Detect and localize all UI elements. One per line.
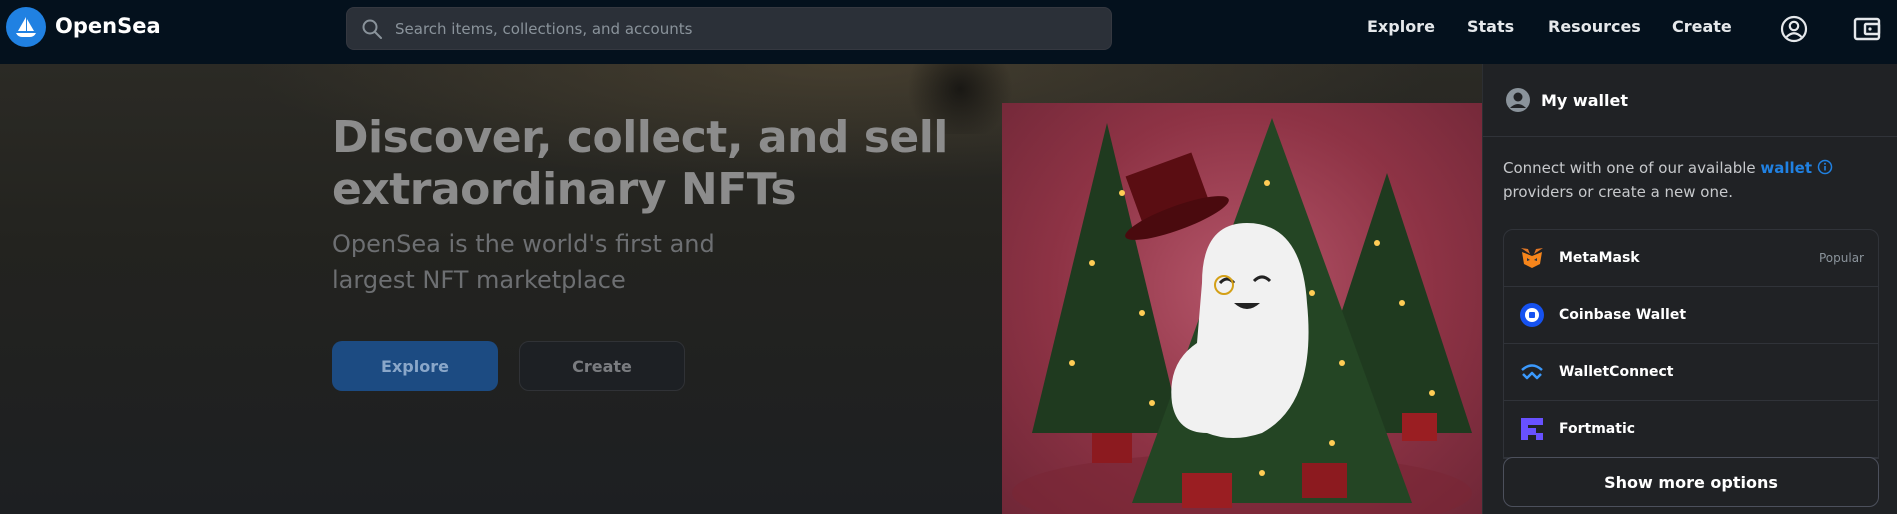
wallet-option-label: Coinbase Wallet (1559, 307, 1687, 323)
coinbase-icon (1520, 303, 1544, 327)
wallet-provider-list: MetaMask Popular Coinbase Wallet WalletC… (1503, 229, 1879, 459)
featured-nft-image[interactable] (1002, 103, 1483, 514)
wallet-icon[interactable] (1852, 14, 1882, 44)
wallet-option-metamask[interactable]: MetaMask Popular (1504, 230, 1878, 287)
show-more-options-button[interactable]: Show more options (1503, 457, 1879, 507)
wallet-description: Connect with one of our available wallet… (1503, 156, 1883, 204)
wallet-option-label: Fortmatic (1559, 421, 1636, 437)
user-avatar-icon (1506, 88, 1530, 112)
wallet-option-label: WalletConnect (1559, 364, 1674, 380)
wallet-panel: My wallet Connect with one of our availa… (1482, 64, 1897, 514)
info-icon[interactable] (1817, 159, 1833, 175)
brand-name[interactable]: OpenSea (55, 14, 161, 38)
walletconnect-icon (1521, 364, 1543, 380)
search-input[interactable] (395, 19, 1095, 38)
wallet-option-walletconnect[interactable]: WalletConnect (1504, 344, 1878, 401)
nav-create[interactable]: Create (1672, 17, 1732, 36)
wallet-info-link[interactable]: wallet (1760, 159, 1812, 177)
fortmatic-icon (1521, 418, 1543, 440)
explore-button[interactable]: Explore (332, 341, 498, 391)
nav-stats[interactable]: Stats (1467, 17, 1514, 36)
metamask-icon (1521, 248, 1543, 268)
hero-headline: Discover, collect, and sell extraordinar… (332, 112, 948, 215)
wallet-option-fortmatic[interactable]: Fortmatic (1504, 401, 1878, 458)
top-navbar: OpenSea Explore Stats Resources Create (0, 0, 1897, 64)
wallet-desc-text-end: providers or create a new one. (1503, 183, 1733, 201)
wallet-header: My wallet (1483, 64, 1897, 137)
hero-subhead: OpenSea is the world's first and largest… (332, 230, 715, 294)
nav-explore[interactable]: Explore (1367, 17, 1435, 36)
wallet-option-coinbase[interactable]: Coinbase Wallet (1504, 287, 1878, 344)
account-icon[interactable] (1779, 14, 1809, 44)
wallet-option-label: MetaMask (1559, 250, 1640, 266)
nav-resources[interactable]: Resources (1548, 17, 1641, 36)
wallet-desc-text: Connect with one of our available (1503, 159, 1761, 177)
create-button[interactable]: Create (519, 341, 685, 391)
popular-badge: Popular (1819, 251, 1864, 265)
search-icon (362, 19, 382, 39)
wallet-title: My wallet (1541, 90, 1628, 110)
opensea-logo-icon[interactable] (6, 7, 46, 47)
search-bar[interactable] (346, 7, 1112, 50)
